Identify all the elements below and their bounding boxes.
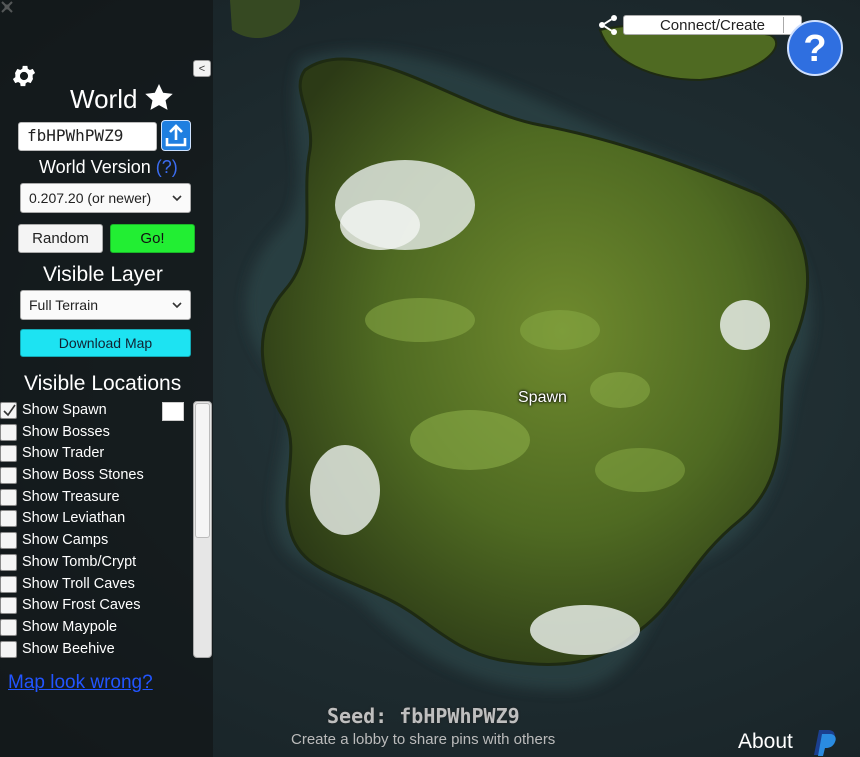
scrollbar-thumb[interactable] — [195, 403, 210, 538]
paypal-icon[interactable] — [810, 728, 838, 757]
spawn-color-swatch[interactable] — [162, 402, 184, 421]
check-icon — [3, 404, 16, 417]
share-icon[interactable] — [596, 13, 620, 37]
connect-create-label: Connect/Create — [659, 17, 766, 34]
random-button[interactable]: Random — [18, 224, 103, 253]
location-toggle[interactable]: Show Trader — [0, 443, 190, 465]
locations-list: Show Spawn Show Bosses Show Trader Show … — [0, 400, 190, 658]
visible-layer-heading: Visible Layer — [43, 263, 163, 286]
location-label: Show Bosses — [22, 423, 110, 440]
world-version-label: World Version (?) — [39, 157, 178, 178]
checkbox[interactable] — [0, 618, 17, 636]
visible-layer-select[interactable]: Full Terrain — [20, 290, 191, 320]
location-toggle[interactable]: Show Camps — [0, 530, 190, 552]
location-label: Show Beehive — [22, 640, 115, 657]
about-link[interactable]: About — [738, 730, 793, 754]
world-version-text: World Version — [39, 157, 151, 177]
checkbox[interactable] — [0, 467, 17, 485]
star-icon[interactable] — [143, 82, 175, 114]
go-button[interactable]: Go! — [110, 224, 195, 253]
world-version-select[interactable]: 0.207.20 (or newer) — [20, 183, 191, 213]
location-toggle[interactable]: Show Troll Caves — [0, 574, 190, 596]
seed-input[interactable]: fbHPWhPWZ9 — [18, 122, 157, 151]
checkbox[interactable] — [0, 488, 17, 506]
gear-icon[interactable] — [10, 62, 38, 90]
upload-button[interactable] — [161, 120, 191, 151]
download-map-button[interactable]: Download Map — [20, 329, 191, 357]
chevron-down-icon — [172, 195, 182, 202]
sidebar: < World fbHPWhPWZ9 World Version (?) 0.2… — [0, 0, 213, 757]
location-label: Show Maypole — [22, 618, 118, 635]
svg-text:?: ? — [803, 28, 826, 70]
location-label: Show Trader — [22, 445, 105, 462]
visible-layer-value: Full Terrain — [29, 297, 98, 313]
upload-icon — [165, 124, 187, 147]
visible-locations-heading: Visible Locations — [24, 372, 182, 395]
checkbox[interactable] — [0, 553, 17, 571]
location-toggle[interactable]: Show Tomb/Crypt — [0, 552, 190, 574]
checkbox[interactable] — [0, 510, 17, 528]
location-label: Show Spawn — [22, 402, 107, 418]
connect-create-button[interactable]: Connect/Create — [623, 15, 802, 35]
location-label: Show Tomb/Crypt — [22, 553, 137, 570]
location-label: Show Treasure — [22, 488, 120, 505]
location-toggle[interactable]: Show Maypole — [0, 617, 190, 639]
checkbox[interactable] — [0, 597, 17, 615]
world-version-value: 0.207.20 (or newer) — [29, 190, 152, 206]
location-toggle[interactable]: Show Leviathan — [0, 508, 190, 530]
seed-footer: Seed: fbHPWhPWZ9 — [327, 704, 520, 728]
location-label: Show Frost Caves — [22, 597, 141, 614]
world-heading: World — [70, 84, 138, 114]
location-label: Show Boss Stones — [22, 467, 144, 484]
location-toggle[interactable]: Show Frost Caves — [0, 595, 190, 617]
world-version-help-link[interactable]: (?) — [156, 157, 178, 177]
checkbox[interactable] — [0, 423, 17, 441]
checkbox[interactable] — [0, 445, 17, 463]
location-toggle[interactable]: Show Boss Stones — [0, 465, 190, 487]
checkbox[interactable] — [0, 575, 17, 593]
collapse-sidebar-button[interactable]: < — [193, 60, 211, 77]
question-icon[interactable]: ? — [786, 19, 844, 77]
location-label: Show Troll Caves — [22, 575, 135, 592]
location-label: Show Leviathan — [22, 510, 126, 527]
location-toggle[interactable]: Show Bosses — [0, 422, 190, 444]
checkbox[interactable] — [0, 640, 17, 658]
location-toggle[interactable]: Show Beehive — [0, 639, 190, 658]
chevron-down-icon — [172, 302, 182, 309]
map-look-wrong-link[interactable]: Map look wrong? — [8, 672, 153, 694]
checkbox[interactable] — [0, 402, 17, 419]
locations-scrollbar[interactable] — [193, 401, 212, 658]
lobby-hint: Create a lobby to share pins with others — [291, 731, 556, 748]
checkbox[interactable] — [0, 532, 17, 550]
location-toggle[interactable]: Show Treasure — [0, 487, 190, 509]
location-label: Show Camps — [22, 532, 109, 549]
spawn-label: Spawn — [518, 389, 567, 406]
